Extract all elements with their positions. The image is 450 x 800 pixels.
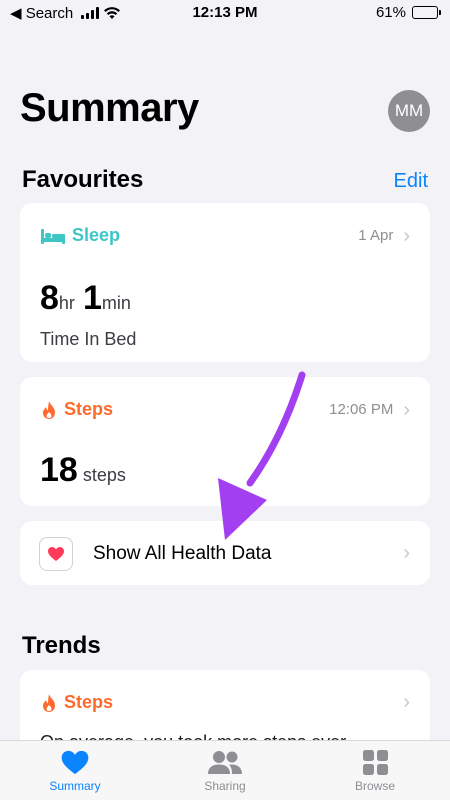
steps-label: Steps [64,399,114,419]
sleep-date: 1 Apr [358,227,394,244]
people-icon [208,751,242,774]
flame-icon [43,400,55,419]
favourites-heading: Favourites [22,166,144,193]
steps-card[interactable]: Steps 12:06 PM › 18 steps [20,377,430,506]
trends-card-header: Steps [40,692,113,713]
tab-sharing[interactable]: Sharing [150,741,300,800]
heart-icon [61,750,89,775]
status-bar: ◀ Search 12:13 PM 61% [0,0,450,28]
show-all-label: Show All Health Data [93,543,272,564]
tab-summary[interactable]: Summary [0,741,150,800]
heart-app-icon [39,537,73,571]
sleep-minutes: 1 [82,279,102,317]
flame-icon [43,693,55,712]
steps-meta: 12:06 PM › [329,398,410,421]
page-title: Summary [20,86,199,130]
edit-button[interactable]: Edit [394,170,428,193]
bed-icon [41,228,65,244]
steps-value: 18 steps [40,451,130,490]
chevron-right-icon: › [403,691,410,713]
trends-meta: › [403,691,410,713]
chevron-right-icon: › [403,398,410,421]
status-right: 61% [375,4,441,21]
avatar[interactable]: MM [388,90,430,132]
battery-percent: 61% [375,4,406,21]
steps-unit: steps [82,465,126,485]
battery-icon [412,6,441,19]
sleep-meta: 1 Apr › [358,224,410,247]
sleep-value: 8 hr 1 min [40,279,135,318]
grid-icon [362,750,388,775]
tab-browse[interactable]: Browse [300,741,450,800]
trends-heading: Trends [22,632,101,659]
tab-browse-label: Browse [354,779,395,793]
tab-bar: Summary Sharing Browse [0,740,450,800]
sleep-card-header: Sleep [40,225,120,246]
sleep-caption: Time In Bed [40,329,137,349]
tab-sharing-label: Sharing [204,779,246,793]
steps-card-header: Steps [40,399,113,420]
sleep-hours-unit: hr [58,293,75,313]
steps-time: 12:06 PM [329,401,394,418]
sleep-hours: 8 [40,279,59,317]
chevron-right-icon: › [403,542,410,564]
steps-count: 18 [40,451,78,489]
sleep-label: Sleep [72,225,121,245]
chevron-right-icon: › [403,224,410,247]
sleep-card[interactable]: Sleep 1 Apr › 8 hr 1 min Time In Bed [20,203,430,362]
tab-summary-label: Summary [49,779,101,793]
trends-steps-label: Steps [64,692,114,712]
sleep-minutes-unit: min [101,293,131,313]
show-all-health-data-button[interactable]: Show All Health Data › [20,521,430,585]
